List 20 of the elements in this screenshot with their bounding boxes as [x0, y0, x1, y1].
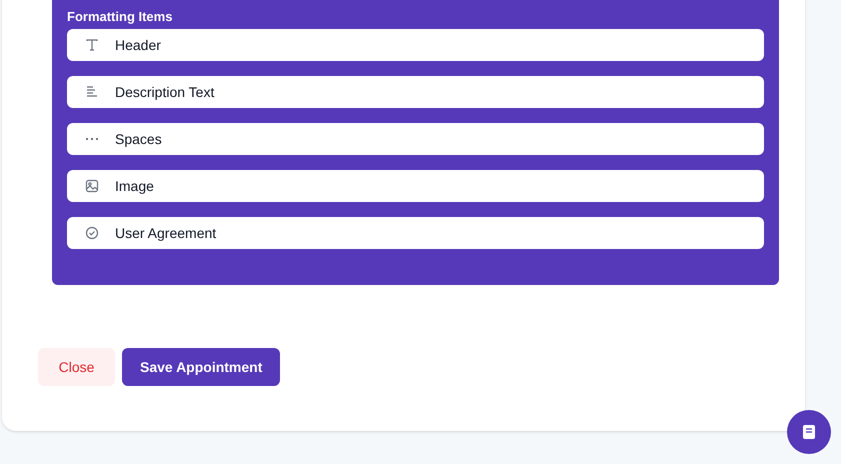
- text-icon: [85, 38, 99, 52]
- formatting-item[interactable]: Spaces: [67, 123, 764, 155]
- formatting-item[interactable]: User Agreement: [67, 217, 764, 249]
- lines-icon: [85, 85, 99, 99]
- check-circle-icon: [85, 226, 99, 240]
- close-button[interactable]: Close: [38, 348, 115, 386]
- item-label: User Agreement: [115, 224, 216, 243]
- item-label: Spaces: [115, 130, 162, 149]
- panel-title: Formatting Items: [67, 8, 174, 26]
- item-label: Description Text: [115, 82, 214, 102]
- item-label: Header: [115, 36, 161, 54]
- book-icon: [803, 425, 815, 439]
- formatting-item[interactable]: Description Text: [67, 76, 764, 108]
- dots-icon: [85, 137, 99, 141]
- formatting-item[interactable]: Image: [67, 170, 764, 202]
- save-button[interactable]: Save Appointment: [122, 348, 280, 386]
- image-icon: [85, 179, 99, 193]
- formatting-item[interactable]: Header: [67, 29, 764, 61]
- item-label: Image: [115, 176, 154, 196]
- floating-action-button[interactable]: [787, 410, 831, 454]
